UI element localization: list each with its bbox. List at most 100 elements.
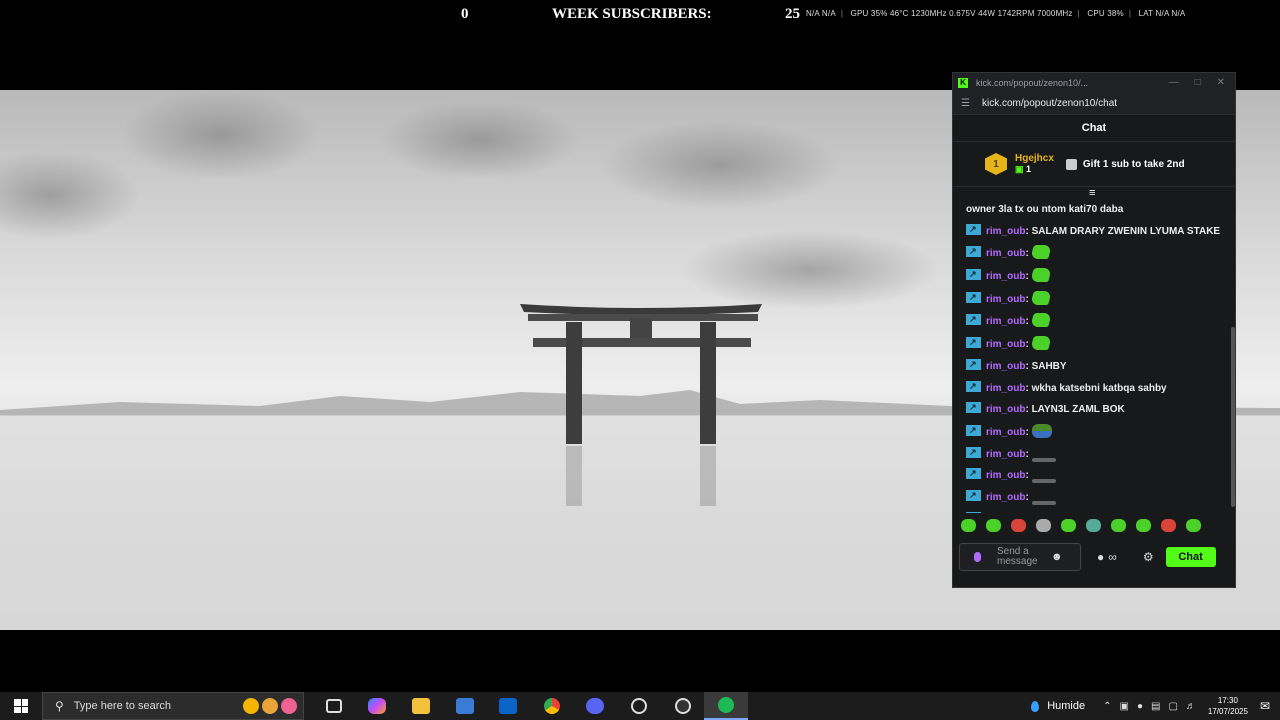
chrome-icon[interactable] bbox=[530, 692, 574, 720]
start-button[interactable] bbox=[0, 692, 42, 720]
copilot-icon[interactable] bbox=[356, 692, 400, 720]
emote-icon[interactable] bbox=[1161, 519, 1176, 532]
chat-username[interactable]: rim_oub bbox=[986, 449, 1025, 460]
clock-date: 17/07/2025 bbox=[1207, 707, 1248, 716]
notification-icon[interactable]: ✉ bbox=[1260, 699, 1270, 713]
chevron-up-icon[interactable]: ⌃ bbox=[1103, 701, 1111, 712]
chat-username[interactable]: rim_oub bbox=[986, 492, 1025, 503]
hwmon-lat: LAT N/A N/A bbox=[1138, 9, 1186, 18]
infinity-icon[interactable]: ∞ bbox=[1108, 550, 1117, 564]
address-bar[interactable]: ☰ kick.com/popout/zenon10/chat bbox=[953, 92, 1235, 115]
tray-app-icon[interactable]: ▣ bbox=[1119, 701, 1128, 712]
clock[interactable]: 17:30 17/07/2025 bbox=[1208, 695, 1248, 717]
emote-icon bbox=[1031, 457, 1056, 462]
chat-message: rim_oub: SALAM DRARY ZWENIN LYUMA STAKE bbox=[966, 222, 1225, 239]
pinned-apps bbox=[312, 692, 748, 720]
chat-message-text: SALAM DRARY ZWENIN LYUMA STAKE bbox=[1031, 225, 1221, 237]
hwmon-cpu: CPU 38% bbox=[1087, 9, 1124, 18]
emote-icon[interactable] bbox=[1086, 519, 1101, 532]
letterbox-bottom bbox=[0, 630, 1280, 692]
gifter-username[interactable]: Hgejhcx bbox=[1015, 153, 1054, 164]
window-title: kick.com/popout/zenon10/... bbox=[976, 77, 1089, 88]
chat-username[interactable]: rim_oub bbox=[986, 404, 1025, 415]
emote-icon[interactable] bbox=[1186, 519, 1201, 532]
site-settings-icon[interactable]: ☰ bbox=[961, 98, 970, 109]
sub-badge-icon bbox=[966, 445, 981, 459]
windows-logo-icon bbox=[14, 699, 28, 713]
network-icon[interactable]: ▤ bbox=[1151, 701, 1160, 712]
task-view-icon[interactable] bbox=[312, 692, 356, 720]
chat-username[interactable]: rim_oub bbox=[986, 316, 1025, 327]
chat-message: rim_oub: bbox=[966, 510, 1225, 513]
emote-icon bbox=[1031, 500, 1056, 505]
overlay-left-value: 0 bbox=[461, 6, 469, 22]
gift-sub-button[interactable]: Gift 1 sub to take 2nd bbox=[1065, 158, 1185, 170]
emoji-picker-icon[interactable]: ☻ bbox=[1051, 551, 1063, 563]
emote-icon[interactable] bbox=[1061, 519, 1076, 532]
url-text: kick.com/popout/zenon10/chat bbox=[981, 97, 1118, 109]
chat-username[interactable]: rim_oub bbox=[986, 271, 1025, 282]
chat-username[interactable]: rim_oub bbox=[986, 294, 1025, 305]
chat-message: owner 3la tx ou ntom kati70 daba bbox=[966, 203, 1225, 217]
emote-icon bbox=[1029, 268, 1052, 283]
maximize-icon[interactable]: □ bbox=[1195, 77, 1201, 88]
chat-username[interactable]: rim_oub bbox=[986, 427, 1025, 438]
emote-icon[interactable] bbox=[1136, 519, 1151, 532]
chat-messages[interactable]: ≡ owner 3la tx ou ntom kati70 daba rim_ou… bbox=[953, 187, 1235, 513]
sub-badge-icon bbox=[966, 222, 981, 236]
store-icon[interactable] bbox=[443, 692, 487, 720]
app-icon[interactable] bbox=[617, 692, 661, 720]
chat-message: rim_oub: SAHBY bbox=[966, 357, 1225, 374]
search-highlight-icon bbox=[243, 698, 297, 714]
sub-badge-icon bbox=[966, 335, 981, 349]
mic-icon[interactable] bbox=[974, 552, 981, 562]
sub-badge-icon bbox=[966, 290, 981, 304]
chat-username[interactable]: rim_oub bbox=[986, 248, 1025, 259]
points-icon[interactable]: ● bbox=[1097, 550, 1104, 564]
chat-message-text: wkha katsebni katbqa sahby bbox=[1031, 382, 1167, 394]
close-icon[interactable]: ✕ bbox=[1217, 77, 1225, 88]
chat-message: rim_oub: bbox=[966, 267, 1225, 284]
chat-username[interactable]: rim_oub bbox=[986, 226, 1025, 237]
week-subscribers-label: WEEK SUBSCRIBERS: bbox=[552, 6, 712, 22]
chat-scrollbar[interactable] bbox=[1231, 327, 1235, 507]
weather-text: Humide bbox=[1047, 700, 1086, 712]
gear-icon[interactable]: ⚙ bbox=[1143, 550, 1154, 564]
chat-message: rim_oub: wkha katsebni katbqa sahby bbox=[966, 379, 1225, 396]
chat-tools: ● ∞ bbox=[1097, 550, 1117, 564]
chat-username[interactable]: rim_oub bbox=[986, 470, 1025, 481]
send-chat-button[interactable]: Chat bbox=[1165, 547, 1216, 567]
gift-icon bbox=[1065, 158, 1077, 170]
emote-icon[interactable] bbox=[961, 519, 976, 532]
chat-message-input[interactable]: Send a message ☻ bbox=[959, 543, 1081, 571]
emote-icon[interactable] bbox=[1036, 519, 1051, 532]
volume-icon[interactable]: ♬ bbox=[1186, 701, 1196, 712]
chat-message: rim_oub: bbox=[966, 244, 1225, 261]
chat-message: rim_oub: bbox=[966, 445, 1225, 462]
chat-username[interactable]: rim_oub bbox=[986, 383, 1025, 394]
chat-username[interactable]: rim_oub bbox=[986, 361, 1025, 372]
discord-icon[interactable] bbox=[574, 692, 618, 720]
monitor-icon[interactable]: ▢ bbox=[1168, 701, 1177, 712]
taskbar-search-box[interactable]: ⚲ Type here to search bbox=[42, 692, 304, 720]
window-titlebar[interactable]: K kick.com/popout/zenon10/... — □ ✕ bbox=[953, 73, 1235, 92]
chat-header: Chat bbox=[953, 115, 1235, 142]
system-tray: Humide ⌃ ▣ ● ▤ ▢ ♬ 17:30 17/07/2025 ✉ bbox=[1031, 692, 1280, 720]
obs-icon[interactable] bbox=[661, 692, 705, 720]
chat-input-row: Send a message ☻ ● ∞ ⚙ Chat bbox=[953, 543, 1235, 571]
weather-widget[interactable]: Humide bbox=[1031, 700, 1085, 712]
sub-badge-icon bbox=[966, 357, 981, 371]
minimize-icon[interactable]: — bbox=[1169, 77, 1179, 88]
microphone-icon[interactable]: ● bbox=[1137, 701, 1143, 712]
gift-leaderboard: 1 Hgejhcx ▣ 1 Gift 1 sub to take 2nd bbox=[953, 142, 1235, 187]
kick-chat-popout-window[interactable]: K kick.com/popout/zenon10/... — □ ✕ ☰ ki… bbox=[952, 72, 1236, 588]
file-explorer-icon[interactable] bbox=[399, 692, 443, 720]
spotify-icon[interactable] bbox=[704, 692, 748, 720]
chat-username[interactable]: rim_oub bbox=[986, 339, 1025, 350]
emote-icon[interactable] bbox=[1011, 519, 1026, 532]
emote-icon[interactable] bbox=[1111, 519, 1126, 532]
outlook-icon[interactable] bbox=[486, 692, 530, 720]
scroll-to-bottom-icon[interactable]: ≡ bbox=[1089, 187, 1095, 199]
chat-message: rim_oub: bbox=[966, 466, 1225, 484]
emote-icon[interactable] bbox=[986, 519, 1001, 532]
